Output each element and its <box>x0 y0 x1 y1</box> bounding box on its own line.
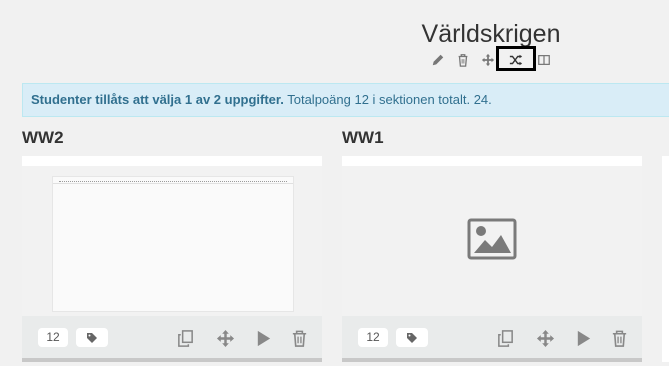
tag-button[interactable] <box>396 328 428 347</box>
selection-rule-text: Studenter tillåts att välja 1 av 2 uppgi… <box>31 92 284 107</box>
trash-icon[interactable] <box>455 52 471 68</box>
trash-icon[interactable] <box>288 327 310 349</box>
assignment-card-ww1[interactable]: 12 <box>342 156 642 362</box>
image-placeholder-icon <box>467 218 517 260</box>
card-top <box>342 156 642 166</box>
tag-icon <box>87 332 97 343</box>
card-title-ww2: WW2 <box>22 128 64 147</box>
selection-info-banner: Studenter tillåts att välja 1 av 2 uppgi… <box>22 83 669 117</box>
move-icon[interactable] <box>534 327 556 349</box>
move-icon[interactable] <box>480 52 496 68</box>
pencil-icon[interactable] <box>430 52 446 68</box>
copy-icon[interactable] <box>494 327 516 349</box>
tag-icon <box>407 332 417 343</box>
shuffle-highlight-box <box>496 46 536 71</box>
card-top <box>22 156 322 166</box>
document-rule <box>53 183 293 184</box>
document-thumbnail[interactable] <box>22 166 322 316</box>
columns-icon[interactable] <box>536 52 552 68</box>
card-footer: 12 <box>342 316 642 358</box>
section-title: Världskrigen <box>421 20 561 48</box>
total-points-text: Totalpoäng 12 i sektionen totalt. 24. <box>283 92 492 107</box>
points-badge: 12 <box>38 328 68 347</box>
tag-button[interactable] <box>76 328 108 347</box>
document-preview <box>52 176 294 312</box>
points-badge: 12 <box>358 328 388 347</box>
play-icon[interactable] <box>252 327 274 349</box>
assignment-card-ww2[interactable]: 12 <box>22 156 322 362</box>
play-icon[interactable] <box>572 327 594 349</box>
move-icon[interactable] <box>214 327 236 349</box>
next-card-edge <box>662 156 669 362</box>
card-footer: 12 <box>22 316 322 358</box>
copy-icon[interactable] <box>174 327 196 349</box>
trash-icon[interactable] <box>608 327 630 349</box>
image-thumbnail[interactable] <box>342 166 642 316</box>
card-title-ww1: WW1 <box>342 128 384 147</box>
